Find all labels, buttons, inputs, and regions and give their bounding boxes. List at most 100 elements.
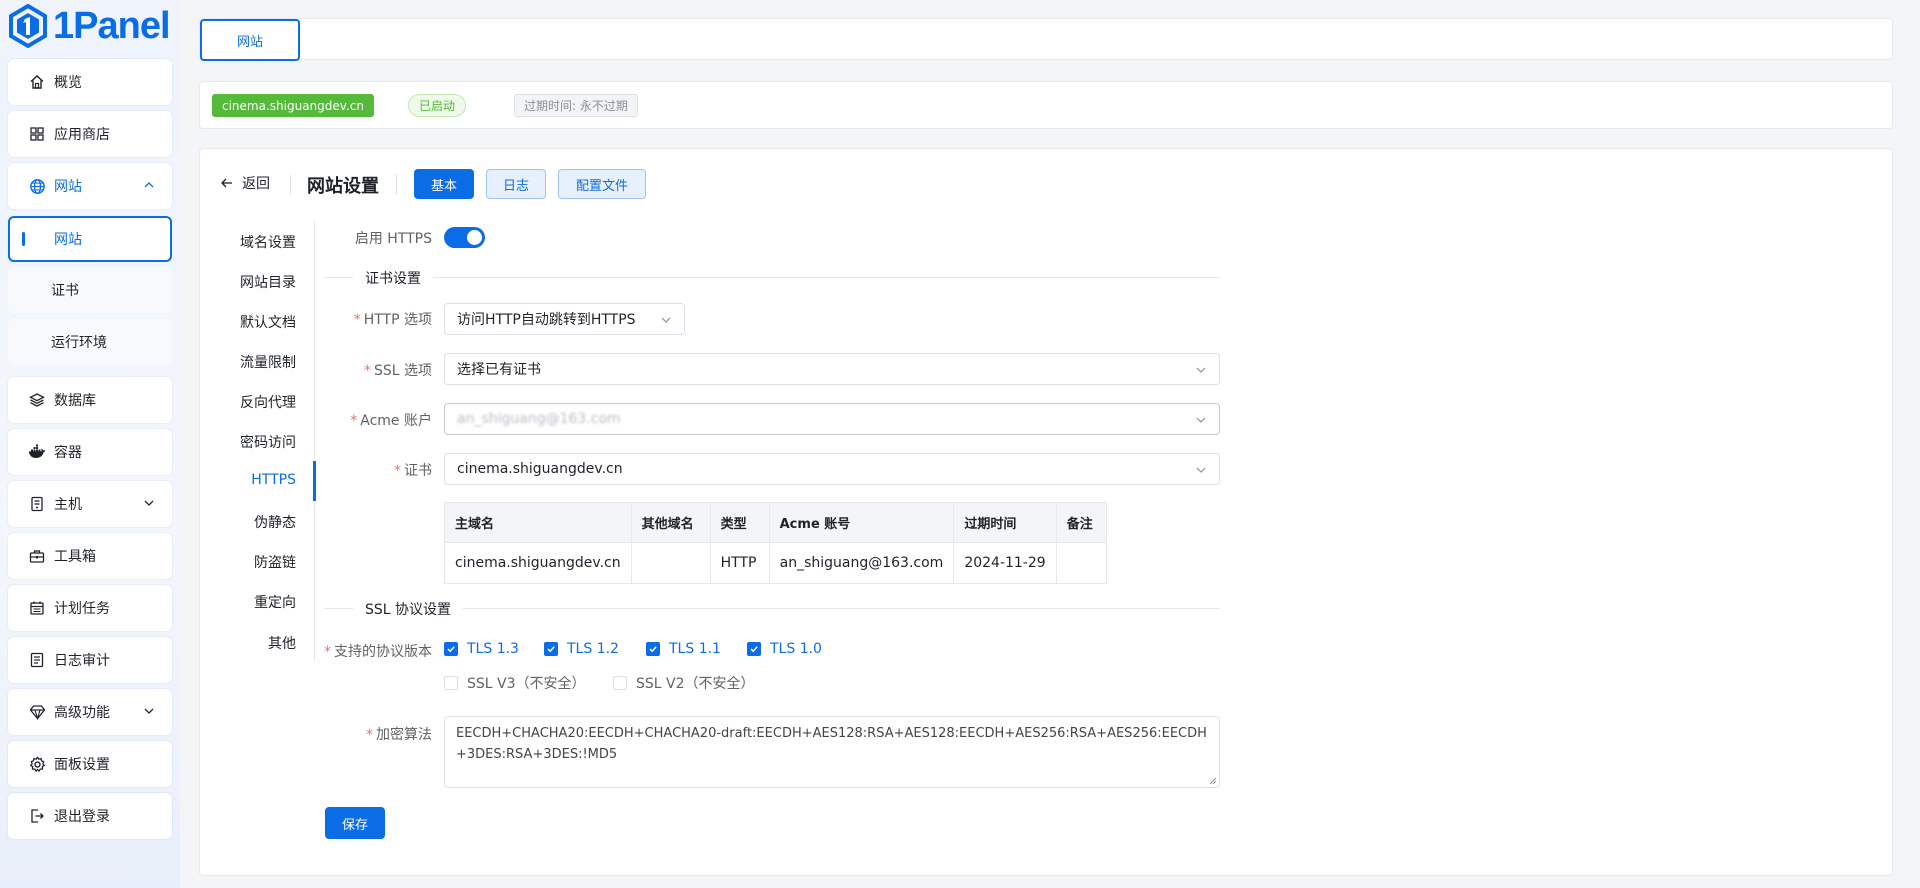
tab-website[interactable]: 网站 <box>200 19 300 61</box>
tab-bar: 网站 <box>199 18 1893 61</box>
cipher-textarea[interactable]: EECDH+CHACHA20:EECDH+CHACHA20-draft:EECD… <box>444 716 1220 788</box>
checkbox-sslv3[interactable]: SSL V3（不安全） <box>444 673 586 693</box>
menu-divider <box>314 221 315 661</box>
sidebar-subitem-certificate[interactable]: 证书 <box>8 267 172 313</box>
logo-icon <box>9 4 47 48</box>
table-row: cinema.shiguangdev.cn HTTP an_shiguang@1… <box>444 542 1107 584</box>
menu-item-site-dir[interactable]: 网站目录 <box>240 272 296 292</box>
app-logo[interactable]: 1Panel <box>8 4 171 48</box>
protocols-label-text: 支持的协议版本 <box>334 644 432 660</box>
menu-item-https[interactable]: HTTPS <box>251 472 296 488</box>
acme-label: * Acme 账户 <box>350 413 432 429</box>
diamond-icon <box>28 703 46 721</box>
sidebar-item-panel-settings[interactable]: 面板设置 <box>8 741 172 787</box>
table-cell <box>1055 542 1107 584</box>
home-icon <box>28 73 46 91</box>
acme-account-value: an_shiguang@163.com <box>457 411 621 427</box>
sidebar-item-host[interactable]: 主机 <box>8 481 172 527</box>
menu-item-reverse-proxy[interactable]: 反向代理 <box>240 392 296 412</box>
check-icon <box>544 642 558 656</box>
menu-item-password-access[interactable]: 密码访问 <box>240 432 296 452</box>
sidebar-item-database[interactable]: 数据库 <box>8 377 172 423</box>
cert-info-table: 主域名 其他域名 类型 Acme 账号 过期时间 备注 cinema.shigu… <box>444 502 1107 584</box>
sidebar-item-label: 应用商店 <box>54 127 110 143</box>
back-label: 返回 <box>242 176 270 192</box>
checkbox-label: SSL V3（不安全） <box>467 676 586 692</box>
check-icon <box>444 642 458 656</box>
status-badge: 已启动 <box>408 94 467 117</box>
sidebar-item-audit-log[interactable]: 日志审计 <box>8 637 172 683</box>
server-icon <box>28 495 46 513</box>
arrow-left-icon <box>221 178 232 188</box>
sidebar-item-label: 日志审计 <box>54 653 110 669</box>
checkbox-label: TLS 1.3 <box>467 641 519 657</box>
sidebar-item-label: 退出登录 <box>54 809 110 825</box>
checkbox-tls12[interactable]: TLS 1.2 <box>544 641 619 657</box>
sidebar-subitem-label: 证书 <box>51 283 79 299</box>
checkbox-tls11[interactable]: TLS 1.1 <box>646 641 721 657</box>
chevron-down-icon <box>1196 467 1206 473</box>
checkbox-label: SSL V2（不安全） <box>636 676 755 692</box>
http-option-select[interactable]: 访问HTTP自动跳转到HTTPS <box>444 303 685 335</box>
checkbox-box <box>444 676 458 690</box>
ssl-option-select[interactable]: 选择已有证书 <box>444 353 1220 385</box>
sidebar-item-advanced[interactable]: 高级功能 <box>8 689 172 735</box>
table-header: 备注 <box>1055 502 1107 543</box>
menu-item-domain[interactable]: 域名设置 <box>240 232 296 252</box>
sidebar: 1Panel 概览 应用商店 网站 网站 证书 运行环境 数据库 容器 主机 工… <box>0 0 180 888</box>
checkbox-label: TLS 1.0 <box>770 641 822 657</box>
basic-button[interactable]: 基本 <box>414 169 474 199</box>
table-header-row: 主域名 其他域名 类型 Acme 账号 过期时间 备注 <box>444 502 1107 543</box>
sidebar-item-toolbox[interactable]: 工具箱 <box>8 533 172 579</box>
sidebar-item-label: 数据库 <box>54 393 96 409</box>
https-toggle[interactable] <box>444 227 485 248</box>
sidebar-item-website[interactable]: 网站 <box>8 163 172 209</box>
config-file-button[interactable]: 配置文件 <box>558 169 646 199</box>
sidebar-subitem-label: 运行环境 <box>51 335 107 351</box>
cipher-label-text: 加密算法 <box>376 727 432 743</box>
http-option-value: 访问HTTP自动跳转到HTTPS <box>457 312 636 328</box>
sidebar-item-overview[interactable]: 概览 <box>8 59 172 105</box>
chevron-down-icon <box>144 500 154 506</box>
menu-item-rate-limit[interactable]: 流量限制 <box>240 352 296 372</box>
menu-item-rewrite[interactable]: 伪静态 <box>254 512 296 532</box>
log-icon <box>28 651 46 669</box>
menu-item-default-doc[interactable]: 默认文档 <box>240 312 296 332</box>
acme-account-select[interactable]: an_shiguang@163.com <box>444 403 1220 435</box>
checkbox-sslv2[interactable]: SSL V2（不安全） <box>613 673 755 693</box>
cipher-label: * 加密算法 <box>366 727 432 743</box>
divider <box>396 175 397 195</box>
layers-icon <box>28 391 46 409</box>
logout-icon <box>28 807 46 825</box>
sidebar-item-label: 主机 <box>54 497 82 513</box>
https-label: 启用 HTTPS <box>354 231 432 247</box>
cert-select[interactable]: cinema.shiguangdev.cn <box>444 453 1220 485</box>
resize-grip-icon[interactable] <box>1209 777 1217 785</box>
sidebar-item-cron[interactable]: 计划任务 <box>8 585 172 631</box>
sidebar-item-label: 计划任务 <box>54 601 110 617</box>
sidebar-subitem-label: 网站 <box>54 232 82 248</box>
cipher-value: EECDH+CHACHA20:EECDH+CHACHA20-draft:EECD… <box>456 726 1207 762</box>
page-scrollbar[interactable] <box>1903 0 1920 888</box>
http-option-label-text: HTTP 选项 <box>363 312 432 328</box>
toolbox-icon <box>28 547 46 565</box>
http-option-label: * HTTP 选项 <box>353 312 432 328</box>
table-cell: an_shiguang@163.com <box>768 542 955 584</box>
sidebar-item-app-store[interactable]: 应用商店 <box>8 111 172 157</box>
sidebar-item-logout[interactable]: 退出登录 <box>8 793 172 839</box>
checkbox-box <box>613 676 627 690</box>
sidebar-subitem-runtime[interactable]: 运行环境 <box>8 319 172 365</box>
check-icon <box>646 642 660 656</box>
sidebar-subitem-website[interactable]: 网站 <box>8 216 172 262</box>
checkbox-tls13[interactable]: TLS 1.3 <box>444 641 519 657</box>
sidebar-item-container[interactable]: 容器 <box>8 429 172 475</box>
back-button[interactable]: 返回 <box>220 173 270 193</box>
menu-item-anti-leech[interactable]: 防盗链 <box>254 552 296 572</box>
save-button[interactable]: 保存 <box>325 807 385 839</box>
chevron-down-icon <box>144 708 154 714</box>
checkbox-tls10[interactable]: TLS 1.0 <box>747 641 822 657</box>
gear-icon <box>28 755 46 773</box>
log-button[interactable]: 日志 <box>486 169 546 199</box>
menu-item-other[interactable]: 其他 <box>268 633 296 653</box>
menu-item-redirect[interactable]: 重定向 <box>254 592 296 612</box>
